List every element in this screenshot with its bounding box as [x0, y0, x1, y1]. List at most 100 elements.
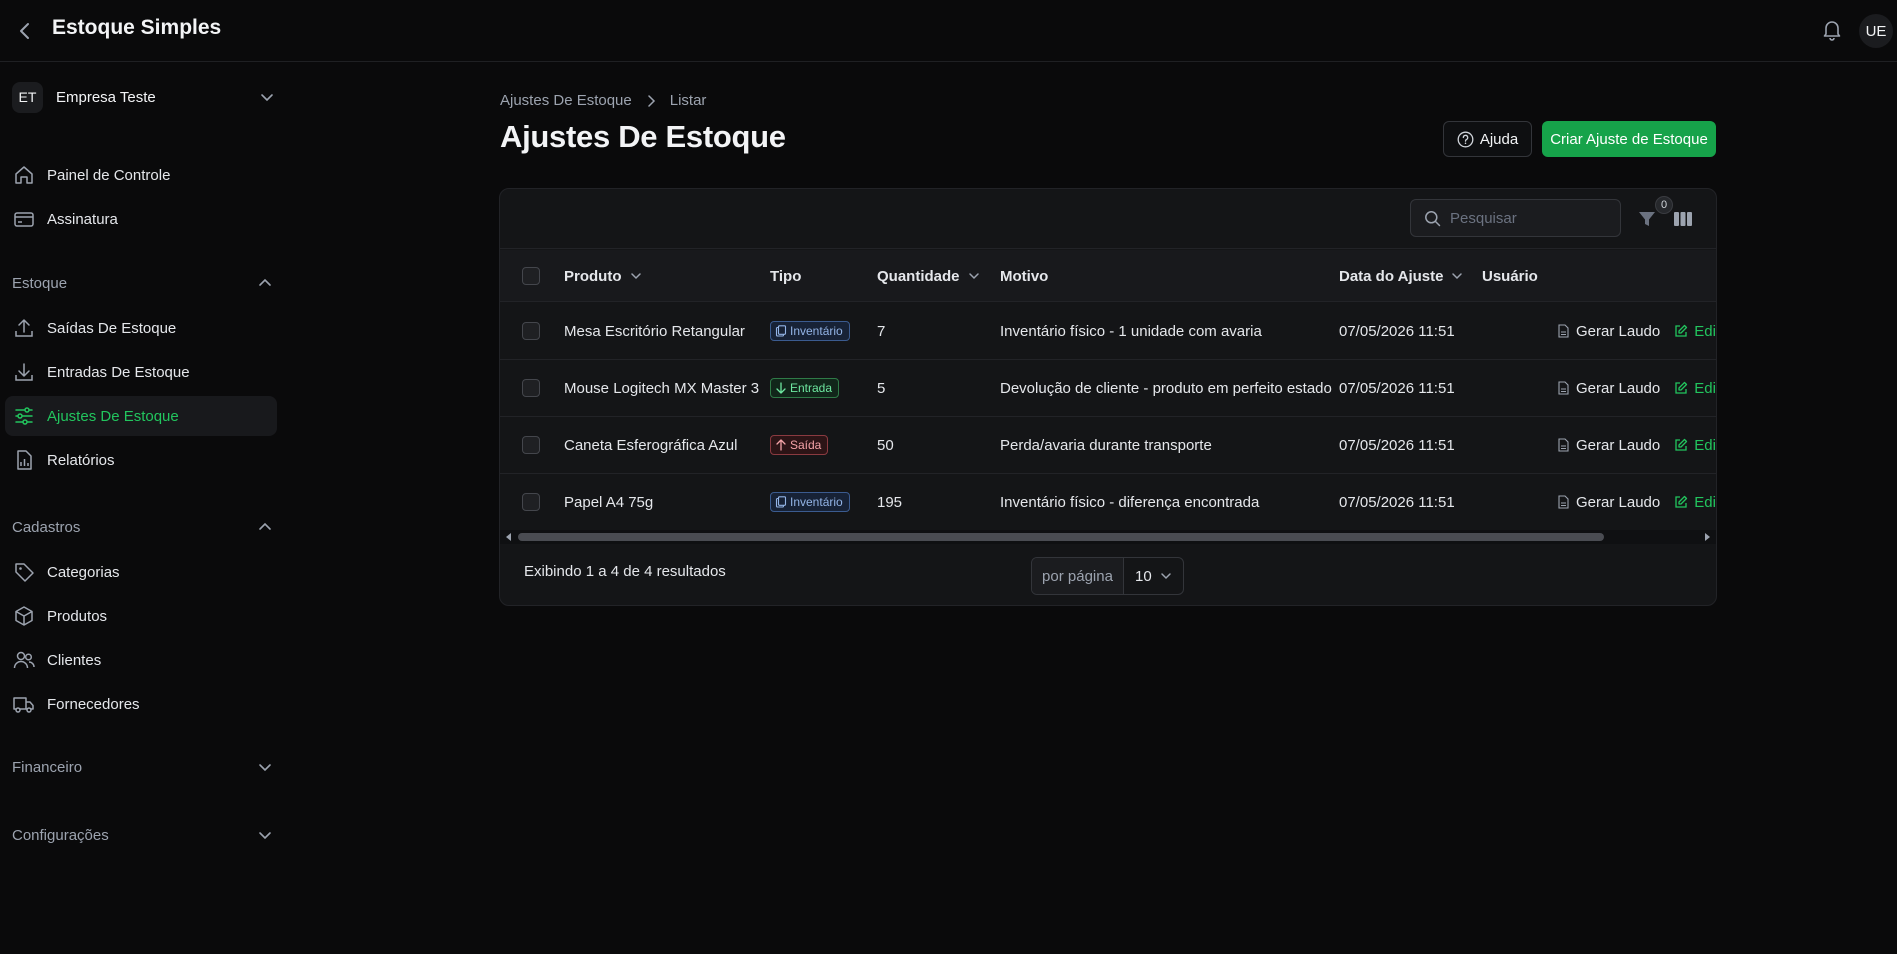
column-header-data[interactable]: Data do Ajuste: [1339, 250, 1463, 302]
sidebar-item-assinatura[interactable]: Assinatura: [5, 199, 277, 239]
sidebar-item-label: Relatórios: [47, 451, 115, 469]
sidebar-item-label: Assinatura: [47, 210, 118, 228]
back-arrow-icon[interactable]: [12, 18, 38, 44]
document-icon: [1558, 381, 1569, 395]
sidebar-item-clientes[interactable]: Clientes: [5, 640, 277, 680]
tag-icon: [12, 560, 36, 584]
generate-report-button[interactable]: Gerar Laudo: [1557, 494, 1660, 511]
bell-icon[interactable]: [1819, 17, 1845, 43]
row-checkbox[interactable]: [522, 379, 540, 397]
per-page-select[interactable]: 10: [1124, 558, 1183, 594]
scroll-left-arrow-icon[interactable]: [505, 533, 513, 541]
sidebar-item-painel[interactable]: Painel de Controle: [5, 155, 277, 195]
sidebar-item-relatorios[interactable]: Relatórios: [5, 440, 277, 480]
arrow-up-icon: [776, 439, 786, 451]
edit-icon: [1675, 324, 1688, 337]
breadcrumb-parent-link[interactable]: Ajustes De Estoque: [500, 92, 632, 109]
row-checkbox[interactable]: [522, 493, 540, 511]
row-checkbox[interactable]: [522, 322, 540, 340]
breadcrumb-current: Listar: [669, 92, 707, 109]
edit-button[interactable]: Editar: [1674, 494, 1716, 511]
chevron-down-icon: [259, 832, 271, 840]
document-icon: [1558, 438, 1569, 452]
edit-button[interactable]: Editar: [1674, 323, 1716, 340]
badge-label: Inventário: [790, 495, 843, 509]
group-financeiro-toggle[interactable]: Financeiro: [12, 755, 272, 779]
action-label: Gerar Laudo: [1576, 436, 1661, 454]
horizontal-scrollbar[interactable]: [500, 530, 1716, 544]
group-label: Estoque: [12, 274, 68, 292]
generate-report-button[interactable]: Gerar Laudo: [1557, 323, 1660, 340]
clipboard-icon: [775, 496, 787, 508]
cube-icon: [12, 604, 36, 628]
generate-report-button[interactable]: Gerar Laudo: [1557, 437, 1660, 454]
status-badge: Inventário: [770, 321, 850, 341]
sidebar-item-fornecedores[interactable]: Fornecedores: [5, 684, 277, 724]
create-adjustment-button[interactable]: Criar Ajuste de Estoque: [1542, 121, 1716, 157]
clipboard-icon: [775, 325, 787, 337]
column-label: Usuário: [1482, 267, 1538, 285]
cell-tipo: Saída: [770, 417, 829, 473]
group-configuracoes-toggle[interactable]: Configurações: [12, 823, 272, 847]
arrow-down-icon: [776, 382, 786, 394]
sidebar-item-categorias[interactable]: Categorias: [5, 552, 277, 592]
columns-icon[interactable]: [1672, 208, 1694, 230]
column-header-tipo: Tipo: [770, 250, 801, 302]
cell-quantidade: 7: [877, 322, 886, 340]
scrollbar-thumb[interactable]: [518, 533, 1604, 541]
sidebar-item-label: Entradas De Estoque: [47, 363, 190, 381]
help-button-label: Ajuda: [1479, 130, 1519, 148]
scroll-right-arrow-icon[interactable]: [1703, 533, 1711, 541]
sidebar-item-label: Produtos: [47, 607, 108, 625]
chevron-down-icon: [630, 273, 641, 280]
top-bar: Estoque Simples UE: [0, 0, 1897, 62]
cell-tipo: Inventário: [770, 303, 850, 359]
sidebar-item-saidas[interactable]: Saídas De Estoque: [5, 308, 277, 348]
group-cadastros-toggle[interactable]: Cadastros: [12, 515, 272, 539]
edit-button[interactable]: Editar: [1674, 437, 1716, 454]
filter-icon[interactable]: [1636, 208, 1658, 230]
sidebar-item-label: Fornecedores: [47, 695, 140, 713]
status-badge: Entrada: [770, 378, 840, 398]
column-header-usuario: Usuário: [1482, 250, 1538, 302]
user-avatar[interactable]: UE: [1859, 14, 1893, 48]
help-button[interactable]: Ajuda: [1443, 121, 1532, 157]
download-icon: [12, 360, 36, 384]
sidebar-item-entradas[interactable]: Entradas De Estoque: [5, 352, 277, 392]
cell-actions: Gerar Laudo Editar: [1557, 360, 1716, 416]
credit-card-icon: [12, 207, 36, 231]
cell-data: 07/05/2026 11:51: [1339, 436, 1455, 454]
sidebar-item-ajustes[interactable]: Ajustes De Estoque: [5, 396, 277, 436]
edit-button[interactable]: Editar: [1674, 379, 1716, 397]
sidebar-item-produtos[interactable]: Produtos: [5, 596, 277, 636]
search-field[interactable]: [1410, 199, 1621, 237]
sidebar-item-label: Categorias: [47, 563, 120, 581]
edit-icon: [1675, 438, 1688, 451]
chevron-down-icon: [1160, 573, 1171, 580]
sidebar-item-label: Clientes: [47, 651, 102, 669]
action-label: Editar: [1694, 379, 1716, 397]
adjustments-table-card: 0 Produto Tipo Quantidade Motivo Data do…: [499, 188, 1717, 606]
column-label: Motivo: [1000, 267, 1049, 285]
company-switcher[interactable]: ET Empresa Teste: [12, 79, 284, 115]
generate-report-button[interactable]: Gerar Laudo: [1557, 380, 1660, 397]
sliders-icon: [12, 404, 36, 428]
cell-produto: Papel A4 75g: [564, 493, 654, 511]
group-estoque-toggle[interactable]: Estoque: [12, 271, 272, 295]
search-input[interactable]: [1450, 209, 1610, 227]
help-circle-icon: [1457, 131, 1474, 147]
column-header-produto[interactable]: Produto: [564, 250, 642, 302]
breadcrumb: Ajustes De Estoque Listar: [500, 92, 706, 109]
row-checkbox[interactable]: [522, 436, 540, 454]
document-icon: [1558, 324, 1569, 338]
table-row: Caneta Esferográfica Azul Saída 50 Perda…: [500, 417, 1716, 474]
column-header-quantidade[interactable]: Quantidade: [877, 250, 980, 302]
sidebar: ET Empresa Teste Painel de Controle Assi…: [0, 63, 290, 954]
cell-quantidade: 50: [877, 436, 894, 454]
users-icon: [12, 648, 36, 672]
cell-quantidade: 195: [877, 493, 903, 511]
chevron-down-icon: [968, 273, 979, 280]
group-label: Cadastros: [12, 518, 81, 536]
cell-data: 07/05/2026 11:51: [1339, 322, 1455, 340]
select-all-checkbox[interactable]: [522, 267, 540, 285]
